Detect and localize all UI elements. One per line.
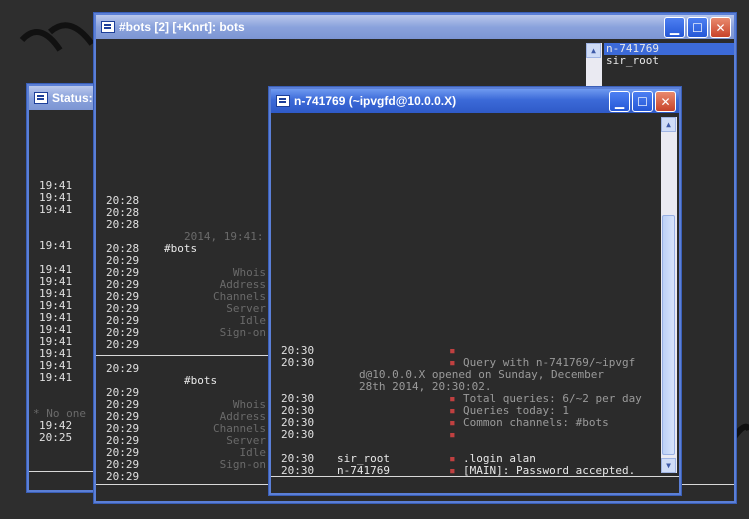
status-title: Status: [52, 91, 93, 105]
nick-sir_root[interactable]: sir_root [606, 55, 659, 67]
whois-label: Sign-on [219, 458, 266, 471]
timestamp: 20:29 [106, 362, 140, 375]
bots-title: #bots [2] [+Knrt]: bots [119, 20, 245, 34]
query-title: n-741769 (~ipvgfd@10.0.0.X) [294, 94, 457, 108]
timestamp: 19:41 [39, 239, 73, 252]
timestamp: 20:30 [281, 428, 315, 441]
maximize-button[interactable]: ☐ [687, 17, 708, 38]
window-icon [34, 92, 48, 104]
query-titlebar[interactable]: n-741769 (~ipvgfd@10.0.0.X) ▁ ☐ ✕ [271, 89, 679, 113]
window-icon [276, 95, 290, 107]
maximize-button[interactable]: ☐ [632, 91, 653, 112]
channel-name: #bots [164, 242, 198, 255]
message-text: Common channels: #bots [463, 416, 609, 429]
minimize-button[interactable]: ▁ [664, 17, 685, 38]
close-button[interactable]: ✕ [655, 91, 676, 112]
timestamp: 20:29 [106, 338, 140, 351]
timestamp: 19:41 [39, 203, 73, 216]
query-message-area[interactable]: 20:30 ▪ 20:30 ▪ Query with n-741769/~ipvgf d@… [271, 115, 661, 477]
bots-titlebar[interactable]: #bots [2] [+Knrt]: bots ▁ ☐ ✕ [96, 15, 734, 39]
timestamp: 20:28 [106, 218, 140, 231]
scroll-down-icon[interactable]: ▼ [661, 458, 676, 473]
timestamp: 20:25 [39, 431, 73, 444]
query-scrollbar[interactable]: ▲ ▼ [661, 117, 677, 473]
window-icon [101, 21, 115, 33]
bullet-marker: ▪ [449, 428, 456, 441]
scroll-thumb[interactable] [662, 215, 675, 455]
timestamp: 20:30 [281, 356, 315, 369]
close-button[interactable]: ✕ [710, 17, 731, 38]
whois-label: Sign-on [219, 326, 266, 339]
query-window[interactable]: n-741769 (~ipvgfd@10.0.0.X) ▁ ☐ ✕ 20:30 ▪… [269, 87, 681, 495]
query-input[interactable] [271, 476, 679, 493]
scroll-up-icon[interactable]: ▲ [661, 117, 676, 132]
channel-name: #bots [184, 374, 218, 387]
minimize-button[interactable]: ▁ [609, 91, 630, 112]
timestamp: 19:41 [39, 371, 73, 384]
scroll-up-icon[interactable]: ▲ [586, 43, 601, 58]
